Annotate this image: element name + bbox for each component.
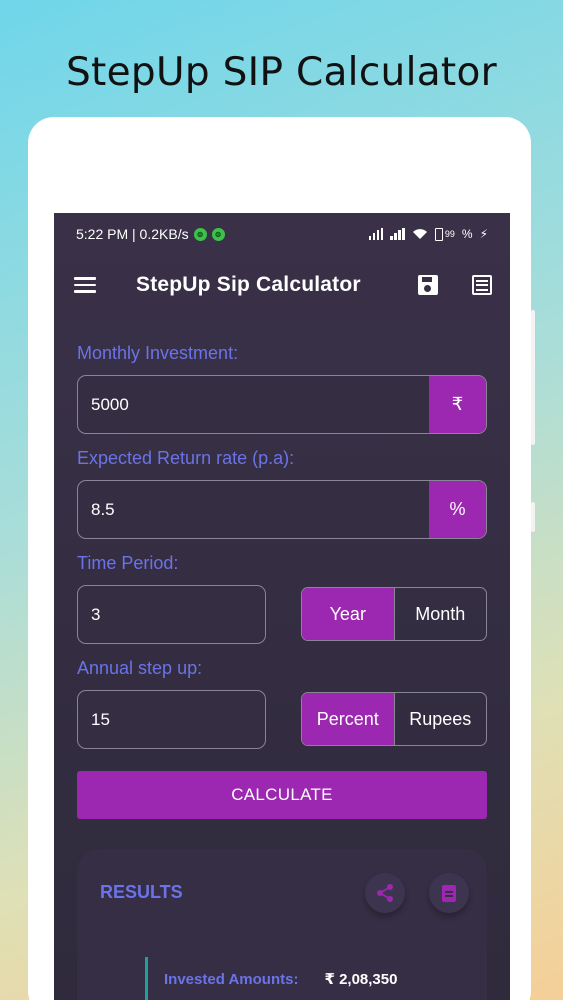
status-time-speed: 5:22 PM | 0.2KB/s — [76, 226, 189, 242]
return-rate-input[interactable]: 8.5 — [78, 481, 429, 538]
monthly-investment-field[interactable]: 5000 ₹ — [77, 375, 487, 434]
rupee-unit: ₹ — [429, 376, 486, 433]
monthly-investment-input[interactable]: 5000 — [78, 376, 429, 433]
app-bar: StepUp Sip Calculator — [54, 255, 510, 315]
charging-icon: ⚡ — [479, 227, 488, 241]
time-period-row: 3 Year Month — [77, 585, 487, 644]
app-screen: 5:22 PM | 0.2KB/s ⊜ ⊜ 99 % ⚡ StepUp Sip … — [54, 213, 510, 1000]
share-icon[interactable] — [365, 873, 405, 913]
rupees-option[interactable]: Rupees — [393, 693, 487, 745]
promo-headline: StepUp SIP Calculator — [65, 50, 497, 95]
results-card: RESULTS Invested Amounts: ₹ 2,08,350 — [77, 849, 487, 1000]
return-rate-field[interactable]: 8.5 % — [77, 480, 487, 539]
signal-icon-2 — [390, 228, 405, 240]
step-up-label: Annual step up: — [77, 658, 203, 678]
status-bar: 5:22 PM | 0.2KB/s ⊜ ⊜ 99 % ⚡ — [54, 213, 510, 255]
battery-percent: % — [461, 227, 473, 241]
percent-unit: % — [429, 481, 486, 538]
step-up-toggle: Percent Rupees — [301, 692, 487, 746]
history-list-icon[interactable] — [472, 275, 492, 295]
calculator-form: Monthly Investment: 5000 ₹ Expected Retu… — [54, 315, 510, 1000]
battery-level: 99 — [444, 229, 455, 239]
month-option[interactable]: Month — [393, 588, 487, 640]
signal-icon — [368, 228, 384, 240]
calculate-button[interactable]: CALCULATE — [77, 771, 487, 819]
notification-icon: ⊜ — [193, 227, 207, 241]
invested-amount-label: Invested Amounts: — [164, 970, 299, 988]
monthly-investment-label: Monthly Investment: — [77, 343, 239, 363]
document-icon[interactable] — [429, 873, 469, 913]
side-button-bottom — [531, 502, 535, 532]
invested-amount-value: ₹ 2,08,350 — [324, 971, 398, 988]
menu-icon[interactable] — [74, 277, 96, 293]
step-up-row: 15 Percent Rupees — [77, 690, 487, 749]
results-title: RESULTS — [100, 882, 183, 902]
battery-icon: 99 — [434, 227, 455, 241]
year-option[interactable]: Year — [302, 588, 394, 640]
time-period-label: Time Period: — [77, 553, 179, 573]
invested-amount-row: Invested Amounts: ₹ 2,08,350 — [145, 957, 397, 1000]
save-icon[interactable] — [418, 275, 438, 295]
wifi-icon — [412, 229, 427, 239]
step-up-input[interactable]: 15 — [77, 690, 266, 749]
percent-option[interactable]: Percent — [302, 693, 394, 745]
time-period-input[interactable]: 3 — [77, 585, 266, 644]
app-title: StepUp Sip Calculator — [136, 273, 361, 296]
return-rate-label: Expected Return rate (p.a): — [77, 448, 295, 468]
notification-icon-2: ⊜ — [211, 227, 225, 241]
time-period-toggle: Year Month — [301, 587, 487, 641]
side-button-top — [531, 310, 535, 445]
